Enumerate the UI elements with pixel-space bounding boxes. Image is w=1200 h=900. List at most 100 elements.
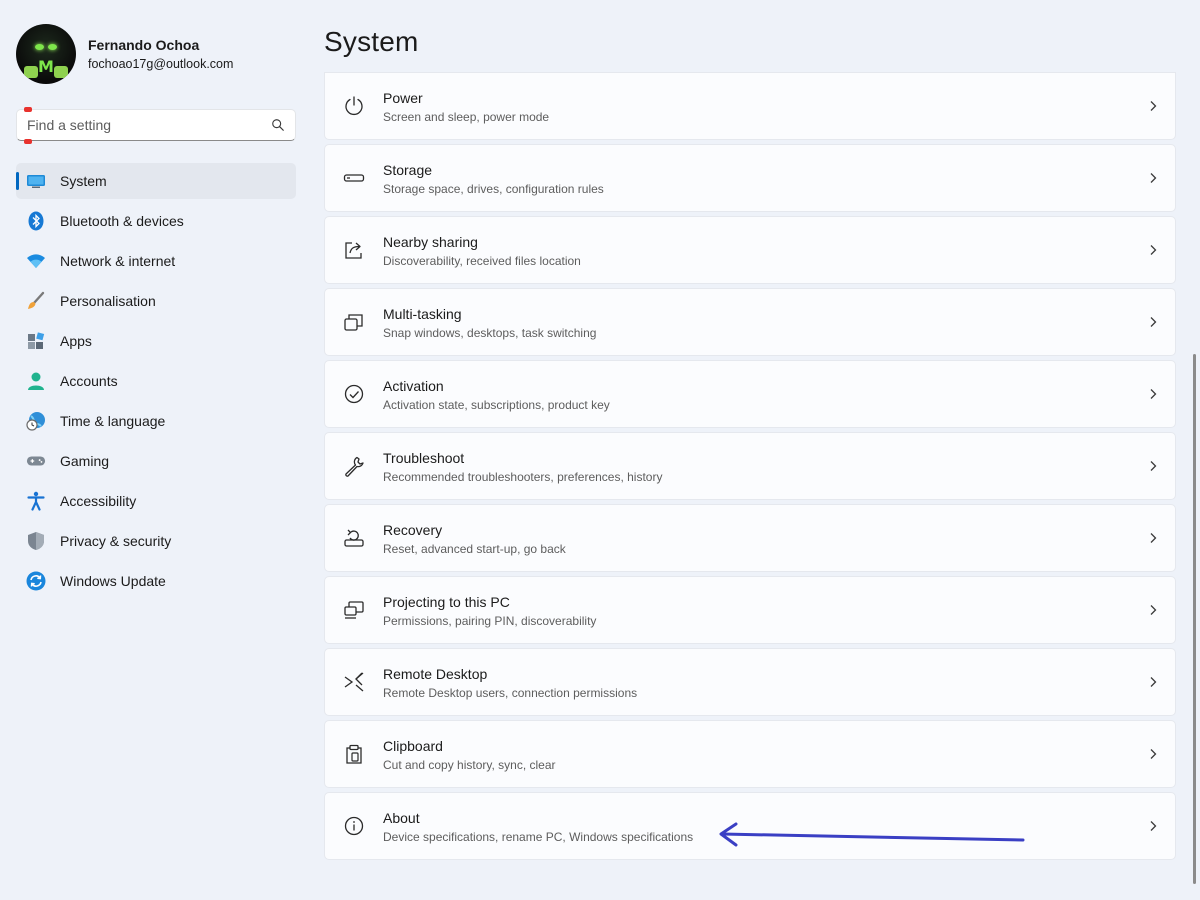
setting-multi-tasking[interactable]: Multi-tasking Snap windows, desktops, ta…: [324, 288, 1176, 356]
setting-clipboard[interactable]: Clipboard Cut and copy history, sync, cl…: [324, 720, 1176, 788]
sidebar-item-system[interactable]: System: [16, 163, 296, 199]
setting-nearby-sharing[interactable]: Nearby sharing Discoverability, received…: [324, 216, 1176, 284]
setting-troubleshoot[interactable]: Troubleshoot Recommended troubleshooters…: [324, 432, 1176, 500]
power-icon: [343, 95, 365, 117]
setting-title: Remote Desktop: [383, 666, 488, 682]
chevron-right-icon: [1150, 821, 1157, 831]
wifi-icon: [26, 251, 46, 271]
sidebar: M Fernando Ochoa fochoao17g@outlook.com …: [0, 0, 310, 900]
shield-icon: [26, 531, 46, 551]
setting-subtitle: Screen and sleep, power mode: [383, 110, 550, 124]
setting-subtitle: Reset, advanced start-up, go back: [383, 542, 566, 556]
person-icon: [26, 371, 46, 391]
setting-subtitle: Recommended troubleshooters, preferences…: [383, 470, 663, 484]
clipboard-icon: [343, 743, 365, 765]
remote-desktop-icon: [343, 671, 365, 693]
sidebar-item-label: Network & internet: [60, 253, 176, 269]
sidebar-item-label: Windows Update: [60, 573, 166, 589]
setting-title: Recovery: [383, 522, 443, 538]
sidebar-item-label: Gaming: [60, 453, 110, 469]
globe-clock-icon: [26, 411, 46, 431]
setting-title: Troubleshoot: [383, 450, 465, 466]
profile-email: fochoao17g@outlook.com: [88, 57, 234, 71]
setting-subtitle: Remote Desktop users, connection permiss…: [383, 686, 638, 700]
sidebar-item-privacy-security[interactable]: Privacy & security: [16, 523, 296, 559]
setting-remote-desktop[interactable]: Remote Desktop Remote Desktop users, con…: [324, 648, 1176, 716]
chevron-right-icon: [1150, 533, 1157, 543]
monitor-icon: [26, 171, 46, 191]
sidebar-item-label: Personalisation: [60, 293, 156, 309]
sidebar-item-network[interactable]: Network & internet: [16, 243, 296, 279]
settings-list: Power Screen and sleep, power mode Stora…: [324, 72, 1176, 864]
update-icon: [26, 571, 46, 591]
projecting-icon: [343, 599, 365, 621]
setting-title: Activation: [383, 378, 444, 394]
setting-activation[interactable]: Activation Activation state, subscriptio…: [324, 360, 1176, 428]
setting-title: Storage: [383, 162, 433, 178]
chevron-right-icon: [1150, 389, 1157, 399]
sidebar-item-label: Accounts: [60, 373, 118, 389]
search-box[interactable]: [16, 107, 296, 144]
setting-projecting[interactable]: Projecting to this PC Permissions, pairi…: [324, 576, 1176, 644]
sidebar-nav: System Bluetooth & devices Network & int…: [16, 163, 296, 603]
search-input[interactable]: [27, 117, 271, 133]
setting-subtitle: Cut and copy history, sync, clear: [383, 758, 556, 772]
share-icon: [343, 239, 365, 261]
chevron-right-icon: [1150, 461, 1157, 471]
storage-icon: [343, 167, 365, 189]
setting-about[interactable]: About Device specifications, rename PC, …: [324, 792, 1176, 860]
setting-title: Projecting to this PC: [383, 594, 510, 610]
bluetooth-icon: [26, 211, 46, 231]
gamepad-icon: [26, 451, 46, 471]
setting-title: Power: [383, 90, 423, 106]
sidebar-item-accounts[interactable]: Accounts: [16, 363, 296, 399]
sidebar-item-label: Bluetooth & devices: [60, 213, 184, 229]
apps-icon: [26, 331, 46, 351]
sidebar-item-label: Time & language: [60, 413, 166, 429]
accessibility-icon: [26, 491, 46, 511]
setting-title: Nearby sharing: [383, 234, 478, 250]
check-circle-icon: [343, 383, 365, 405]
profile[interactable]: M Fernando Ochoa fochoao17g@outlook.com: [16, 24, 233, 84]
sidebar-item-label: Accessibility: [60, 493, 137, 509]
sidebar-item-gaming[interactable]: Gaming: [16, 443, 296, 479]
wrench-icon: [343, 455, 365, 477]
setting-title: Clipboard: [383, 738, 443, 754]
profile-name: Fernando Ochoa: [88, 37, 200, 53]
page-title: System: [324, 26, 419, 57]
chevron-right-icon: [1150, 173, 1157, 183]
search-icon[interactable]: [271, 118, 285, 132]
scrollbar[interactable]: [1193, 354, 1196, 884]
setting-title: Multi-tasking: [383, 306, 462, 322]
chevron-right-icon: [1150, 605, 1157, 615]
setting-recovery[interactable]: Recovery Reset, advanced start-up, go ba…: [324, 504, 1176, 572]
sidebar-item-time-language[interactable]: Time & language: [16, 403, 296, 439]
chevron-right-icon: [1150, 749, 1157, 759]
setting-title: About: [383, 810, 420, 826]
setting-subtitle: Device specifications, rename PC, Window…: [383, 830, 694, 844]
chevron-right-icon: [1150, 101, 1157, 111]
sidebar-item-apps[interactable]: Apps: [16, 323, 296, 359]
recovery-icon: [343, 527, 365, 549]
sidebar-item-label: System: [60, 173, 107, 189]
chevron-right-icon: [1150, 677, 1157, 687]
info-icon: [343, 815, 365, 837]
sidebar-item-accessibility[interactable]: Accessibility: [16, 483, 296, 519]
sidebar-item-label: Privacy & security: [60, 533, 172, 549]
avatar[interactable]: M: [16, 24, 76, 84]
setting-storage[interactable]: Storage Storage space, drives, configura…: [324, 144, 1176, 212]
sidebar-item-windows-update[interactable]: Windows Update: [16, 563, 296, 599]
brush-icon: [26, 291, 46, 311]
setting-power[interactable]: Power Screen and sleep, power mode: [324, 72, 1176, 140]
setting-subtitle: Permissions, pairing PIN, discoverabilit…: [383, 614, 597, 628]
setting-subtitle: Activation state, subscriptions, product…: [383, 398, 610, 412]
sidebar-item-label: Apps: [60, 333, 92, 349]
sidebar-item-personalisation[interactable]: Personalisation: [16, 283, 296, 319]
setting-subtitle: Discoverability, received files location: [383, 254, 581, 268]
chevron-right-icon: [1150, 245, 1157, 255]
setting-subtitle: Snap windows, desktops, task switching: [383, 326, 597, 340]
setting-subtitle: Storage space, drives, configuration rul…: [383, 182, 604, 196]
chevron-right-icon: [1150, 317, 1157, 327]
sidebar-item-bluetooth[interactable]: Bluetooth & devices: [16, 203, 296, 239]
multitask-icon: [343, 311, 365, 333]
